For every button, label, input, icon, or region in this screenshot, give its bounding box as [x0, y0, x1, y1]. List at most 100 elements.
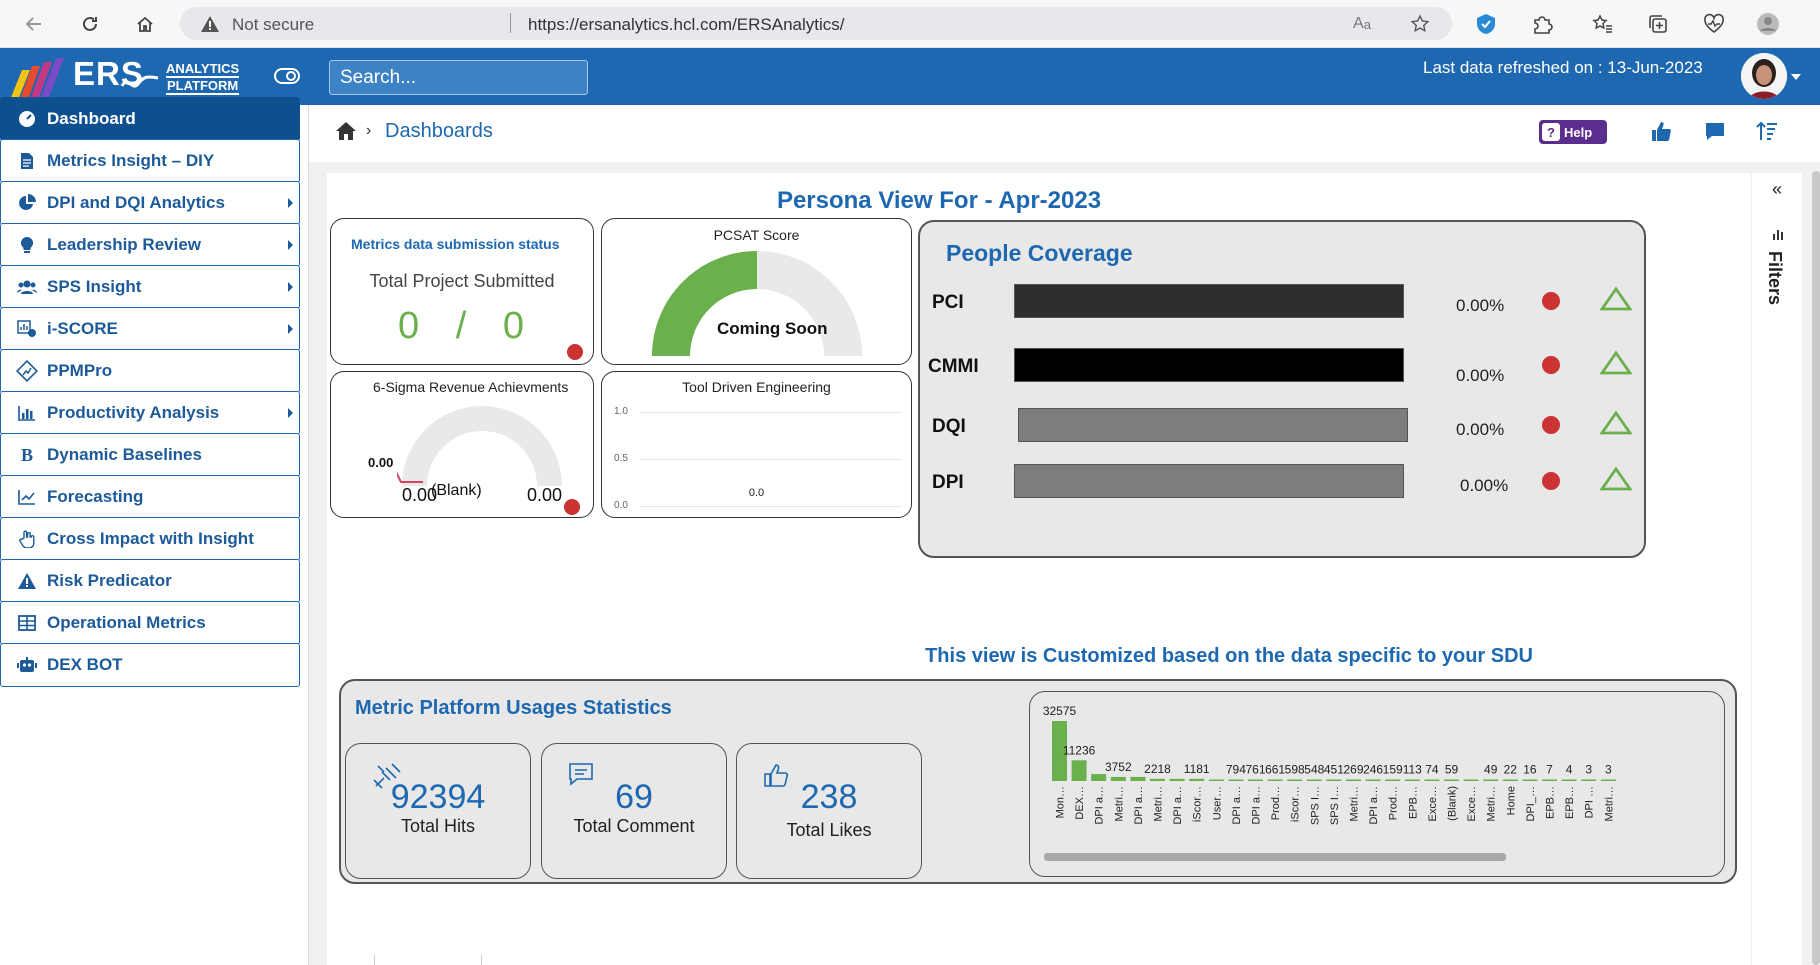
read-aloud-icon[interactable]: Aa — [1350, 12, 1374, 36]
chart-bar[interactable] — [1326, 779, 1342, 782]
collections-icon[interactable] — [1646, 12, 1670, 36]
sidebar-item-productivity-analysis[interactable]: Productivity Analysis — [0, 391, 300, 435]
chart-bar[interactable] — [1424, 779, 1440, 782]
extensions-puzzle-icon[interactable] — [1530, 12, 1554, 36]
vertical-scrollbar[interactable] — [1812, 171, 1820, 965]
chart-bar[interactable] — [1542, 779, 1557, 782]
trend-up-icon[interactable] — [1600, 466, 1632, 492]
sidebar-item-ppmpro[interactable]: PPMPro — [0, 349, 300, 393]
sidebar-item-dashboard[interactable]: Dashboard — [0, 97, 300, 141]
pie-chart-icon — [16, 194, 38, 212]
sidebar-nav: Dashboard Metrics Insight – DIY DPI and DQ… — [0, 97, 309, 965]
chart-bar[interactable] — [1483, 779, 1499, 782]
filters-label[interactable]: Filters — [1764, 251, 1785, 305]
chart-bar[interactable] — [1463, 779, 1479, 782]
chart-bar[interactable] — [1091, 774, 1107, 781]
favorites-icon[interactable] — [1590, 12, 1614, 36]
chart-bar[interactable] — [1130, 776, 1146, 781]
collapse-left-icon[interactable]: « — [1772, 179, 1782, 200]
chart-bar[interactable] — [1365, 779, 1381, 782]
performance-heart-icon[interactable] — [1702, 12, 1726, 36]
sidebar-item-operational-metrics[interactable]: Operational Metrics — [0, 601, 300, 645]
usage-statistics-panel: Metric Platform Usages Statistics 92394 T… — [339, 679, 1737, 884]
chart-bar[interactable] — [1071, 760, 1087, 781]
help-button[interactable]: ? Help — [1539, 120, 1607, 144]
user-avatar[interactable] — [1741, 53, 1787, 99]
chart-category-label: (Blank) — [1447, 786, 1459, 821]
ers-logo[interactable]: ERS ANALYTICS PLATFORM — [8, 52, 250, 102]
sidebar-item-label: Risk Predicator — [47, 571, 172, 590]
sort-icon[interactable] — [1753, 117, 1781, 145]
chevron-right-icon: › — [366, 122, 372, 139]
trend-up-icon[interactable] — [1600, 350, 1632, 376]
chart-category-label: Metri… — [1113, 786, 1125, 821]
sidebar-item-leadership-review[interactable]: Leadership Review — [0, 223, 300, 267]
chart-bar[interactable] — [1561, 779, 1577, 782]
stat-value: 69 — [615, 778, 653, 816]
comment-icon[interactable] — [1701, 117, 1729, 145]
sidebar-item-label: Cross Impact with Insight — [47, 529, 254, 548]
chart-bar[interactable] — [1502, 779, 1518, 782]
favorite-star-icon[interactable] — [1408, 12, 1432, 36]
breadcrumb-current[interactable]: Dashboards — [385, 120, 493, 143]
chart-bar[interactable] — [1169, 778, 1185, 781]
url-text[interactable]: https://ersanalytics.hcl.com/ERSAnalytic… — [528, 15, 845, 35]
trend-up-icon[interactable] — [1600, 286, 1632, 312]
home-icon[interactable] — [131, 10, 159, 38]
like-icon[interactable] — [1647, 117, 1675, 145]
chart-bar[interactable] — [1208, 779, 1224, 782]
chart-category-label: DPI a… — [1094, 786, 1106, 825]
sidebar-item-label: DPI and DQI Analytics — [47, 193, 225, 212]
chart-bar[interactable] — [1581, 779, 1597, 782]
chart-data-label: 59 — [1445, 763, 1459, 777]
sidebar-item-forecasting[interactable]: Forecasting — [0, 475, 300, 519]
sidebar-item-cross-impact-with-insight[interactable]: Cross Impact with Insight — [0, 517, 300, 561]
coverage-bar — [1018, 408, 1408, 442]
chart-bar[interactable] — [1150, 778, 1165, 781]
reload-icon[interactable] — [76, 10, 104, 38]
chart-bar[interactable] — [1385, 779, 1401, 782]
tool-y-tick: 0.5 — [614, 453, 628, 464]
toggle-sidebar-icon[interactable] — [274, 68, 300, 89]
sidebar-item-metrics-insight-diy[interactable]: Metrics Insight – DIY — [0, 139, 300, 183]
sidebar-item-risk-predicator[interactable]: Risk Predicator — [0, 559, 300, 603]
stat-label: Total Hits — [400, 816, 476, 836]
chart-data-label: 113 — [1403, 763, 1422, 777]
chart-category-label: Home — [1505, 786, 1517, 815]
chart-bar[interactable] — [1267, 779, 1283, 782]
chart-bar[interactable] — [1248, 779, 1263, 782]
sidebar-item-dpi-and-dqi-analytics[interactable]: DPI and DQI Analytics — [0, 181, 300, 225]
chart-bar[interactable] — [1600, 779, 1616, 782]
chart-category-label: DPI a… — [1172, 786, 1184, 825]
trend-up-icon[interactable] — [1600, 410, 1632, 436]
sidebar-item-i-score[interactable]: i-SCORE — [0, 307, 300, 351]
profile-dropdown-icon[interactable] — [1791, 74, 1801, 80]
coverage-bar — [1014, 348, 1404, 382]
chart-bar[interactable] — [1306, 779, 1322, 782]
submenu-arrow-icon — [288, 282, 293, 292]
sigma-blank: (Blank) — [431, 482, 482, 499]
chart-bar[interactable] — [1346, 779, 1361, 782]
extension-shield-icon[interactable] — [1474, 12, 1498, 36]
hand-icon — [16, 530, 38, 548]
home-icon[interactable] — [335, 121, 357, 146]
back-icon[interactable] — [20, 10, 48, 38]
chart-bar[interactable] — [1228, 779, 1244, 782]
chart-bar[interactable] — [1287, 779, 1303, 782]
status-dot — [1542, 292, 1560, 310]
status-dot — [564, 499, 580, 515]
address-bar[interactable]: Not secure https://ersanalytics.hcl.com/… — [180, 7, 1452, 40]
search-input[interactable] — [329, 60, 588, 95]
chart-data-label: 451 — [1324, 763, 1344, 777]
chart-scrollbar[interactable] — [1044, 853, 1506, 861]
chart-bar[interactable] — [1444, 779, 1459, 782]
profile-icon[interactable] — [1756, 12, 1780, 36]
chart-bar[interactable] — [1189, 778, 1205, 781]
sidebar-item-dex-bot[interactable]: DEX BOT — [0, 643, 300, 687]
sidebar-item-sps-insight[interactable]: SPS Insight — [0, 265, 300, 309]
chart-bar[interactable] — [1404, 779, 1420, 782]
chart-bar[interactable] — [1110, 776, 1126, 781]
sidebar-item-dynamic-baselines[interactable]: B Dynamic Baselines — [0, 433, 300, 477]
chart-bar[interactable] — [1522, 779, 1538, 782]
coverage-label: DPI — [932, 472, 964, 493]
